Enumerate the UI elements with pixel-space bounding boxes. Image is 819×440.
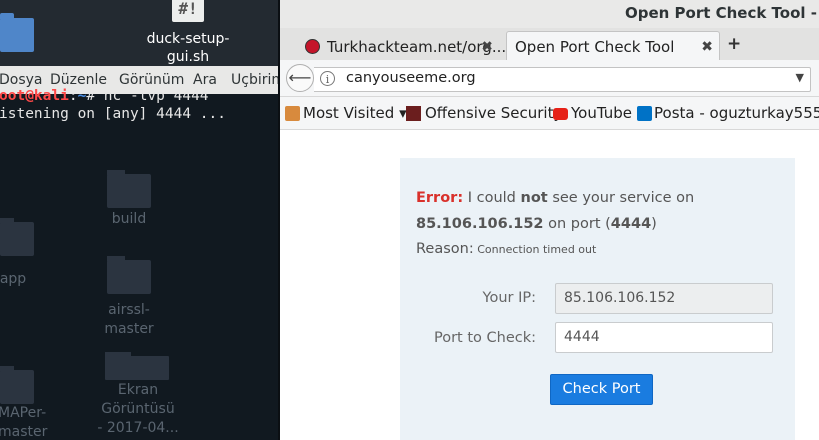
port-label: Port to Check: [433,330,536,346]
terminal-prompt-line: oot@kali:~# nc -lvp 4444 [0,88,209,104]
reason-text: Connection timed out [473,243,597,256]
port-input[interactable]: 4444 [555,322,773,353]
ghost-label-airssl: airssl- master [104,302,154,337]
prompt-user: oot@kali [0,88,69,104]
result-text: ) [651,216,657,232]
terminal-command: nc -lvp 4444 [95,88,209,104]
bookmarks-toolbar: Most Visited ▾ Offensive Security YouTub… [280,97,819,130]
prompt-symbol: # [86,88,96,104]
reason-line: Reason: Connection timed out [416,241,596,257]
result-text: on port ( [543,216,611,232]
turkhackteam-favicon [305,39,320,54]
tab-strip: Turkhackteam.net/org... ✖ Open Port Chec… [280,28,819,61]
ghost-folder-icon [0,218,34,256]
ghost-image-icon [105,352,169,380]
menu-edit[interactable]: Düzenle [50,72,107,88]
script-file-icon: #! [172,0,204,22]
ghost-folder-icon [107,256,151,294]
page-content: Error: I could not see your service on 8… [280,130,819,440]
youtube-icon [553,108,568,120]
ghost-folder-icon [107,170,151,208]
navigation-bar: ⟵ i canyouseeme.org ▼ [280,60,819,97]
result-port: 4444 [610,216,652,232]
result-text: I could [463,190,521,206]
menu-search[interactable]: Ara [193,72,217,88]
result-ip: 85.106.106.152 [416,216,544,232]
desktop: #! duck-setup- gui.sh Dosya Düzenle Görü… [0,0,278,440]
desktop-folder-icon[interactable] [0,13,34,52]
prompt-separator: : [68,88,78,104]
tab-turkhackteam[interactable]: Turkhackteam.net/org... ✖ [300,31,506,61]
error-label: Error: [416,190,464,206]
close-icon[interactable]: ✖ [481,39,493,55]
result-text: see your service on [547,190,695,206]
close-icon[interactable]: ✖ [701,39,713,55]
back-button[interactable]: ⟵ [286,64,314,92]
result-panel: Error: I could not see your service on 8… [400,158,795,440]
tab-title: Turkhackteam.net/org... [327,38,507,56]
window-title: Open Port Check Tool - [624,4,817,22]
desktop-item-duck-setup[interactable]: #! duck-setup- gui.sh [140,0,236,66]
tab-title: Open Port Check Tool [515,38,675,56]
terminal-output[interactable]: build app airssl- master Ekran Görüntüsü… [0,88,278,440]
your-ip-field: 85.106.106.152 [555,283,773,314]
back-arrow-icon: ⟵ [288,68,312,87]
menu-file[interactable]: Dosya [0,72,43,88]
url-bar[interactable]: i canyouseeme.org ▼ [314,67,811,92]
offsec-icon [406,106,421,121]
chevron-down-icon[interactable]: ▼ [796,71,804,84]
tab-open-port-check[interactable]: Open Port Check Tool ✖ [506,31,720,61]
bookmark-youtube[interactable]: YouTube [571,104,632,122]
menu-view[interactable]: Görünüm [119,72,184,88]
result-not: not [520,190,548,206]
bookmark-most-visited[interactable]: Most Visited ▾ [303,104,407,122]
ghost-label-screenshot: Ekran Görüntüsü - 2017-04... [97,382,179,436]
ghost-folder-icon [0,366,34,404]
bookmark-posta[interactable]: Posta - oguzturkay5555... [654,104,819,122]
bookmark-offensive-security[interactable]: Offensive Security [425,104,562,122]
check-port-button[interactable]: Check Port [550,374,653,405]
new-tab-button[interactable]: + [727,34,741,54]
terminal-window[interactable]: Dosya Düzenle Görünüm Ara Uçbirim build … [0,66,278,440]
folder-icon [285,106,300,121]
title-bar[interactable]: Open Port Check Tool - [280,0,819,28]
result-message-line-1: Error: I could not see your service on [416,190,694,206]
browser-window[interactable]: Open Port Check Tool - Turkhackteam.net/… [278,0,819,440]
your-ip-label: Your IP: [482,290,536,306]
reason-label: Reason: [416,241,474,257]
desktop-item-label: duck-setup- gui.sh [146,31,230,65]
ghost-label-app: app [0,271,27,287]
info-icon[interactable]: i [320,71,335,86]
url-text: canyouseeme.org [346,70,476,86]
ghost-label-build: build [111,211,147,227]
terminal-output-line: istening on [any] 4444 ... [0,106,226,122]
result-message-line-2: 85.106.106.152 on port (4444) [416,216,657,232]
ghost-label-mapper: MAPer- master [0,405,48,440]
menu-terminal[interactable]: Uçbirim [231,72,278,88]
outlook-icon [637,106,652,121]
prompt-path: ~ [77,88,87,104]
